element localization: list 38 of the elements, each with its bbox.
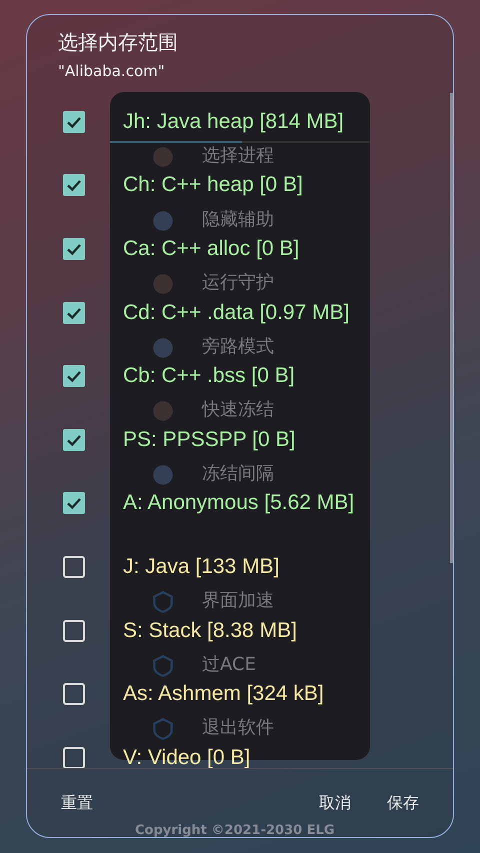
checkbox[interactable]: [63, 238, 85, 260]
menu-item[interactable]: 冻结间隔: [202, 462, 274, 486]
menu-item[interactable]: 退出软件: [202, 716, 274, 740]
checkbox[interactable]: [63, 620, 85, 642]
dialog-title: 选择内存范围: [58, 29, 179, 56]
range-label: PS: PPSSPP [0 B]: [123, 428, 296, 452]
checkbox[interactable]: [63, 428, 85, 451]
menu-item[interactable]: 运行守护: [202, 271, 274, 296]
menu-item[interactable]: 过ACE: [202, 652, 256, 677]
menu-item[interactable]: 快速冻结: [202, 398, 274, 422]
range-label: J: Java [133 MB]: [123, 554, 280, 579]
reset-button[interactable]: 重置: [49, 787, 105, 820]
range-label: Ch: C++ heap [0 B]: [123, 173, 303, 198]
menu-item[interactable]: 界面加速: [202, 589, 274, 614]
copyright-text: Copyright ©2021-2030 ELG: [135, 823, 335, 838]
scrollbar[interactable]: [450, 93, 453, 563]
menu-item[interactable]: 选择进程: [202, 144, 274, 168]
range-label: Ca: C++ alloc [0 B]: [123, 236, 300, 261]
range-label: V: Video [0 B]: [123, 746, 250, 768]
range-label: Cd: C++ .data [0.97 MB]: [123, 300, 350, 325]
checkbox[interactable]: [63, 556, 85, 578]
save-button[interactable]: 保存: [375, 787, 431, 820]
checkbox[interactable]: [63, 365, 85, 388]
range-label: Jh: Java heap [814 MB]: [123, 110, 344, 134]
checkbox[interactable]: [63, 492, 85, 514]
menu-item[interactable]: 旁路模式: [202, 334, 274, 359]
range-label: As: Ashmem [324 kB]: [123, 682, 324, 706]
checkbox[interactable]: [63, 302, 85, 324]
checkbox[interactable]: [63, 110, 85, 133]
checkbox[interactable]: [63, 683, 85, 706]
cancel-button[interactable]: 取消: [307, 787, 363, 820]
range-label: Cb: C++ .bss [0 B]: [123, 364, 295, 388]
dialog-subtitle: "Alibaba.com": [58, 62, 166, 80]
range-label: S: Stack [8.38 MB]: [123, 618, 297, 643]
range-label: A: Anonymous [5.62 MB]: [123, 491, 354, 516]
menu-item[interactable]: 隐藏辅助: [202, 208, 274, 232]
checkbox[interactable]: [63, 174, 85, 196]
checkbox[interactable]: [63, 746, 85, 768]
